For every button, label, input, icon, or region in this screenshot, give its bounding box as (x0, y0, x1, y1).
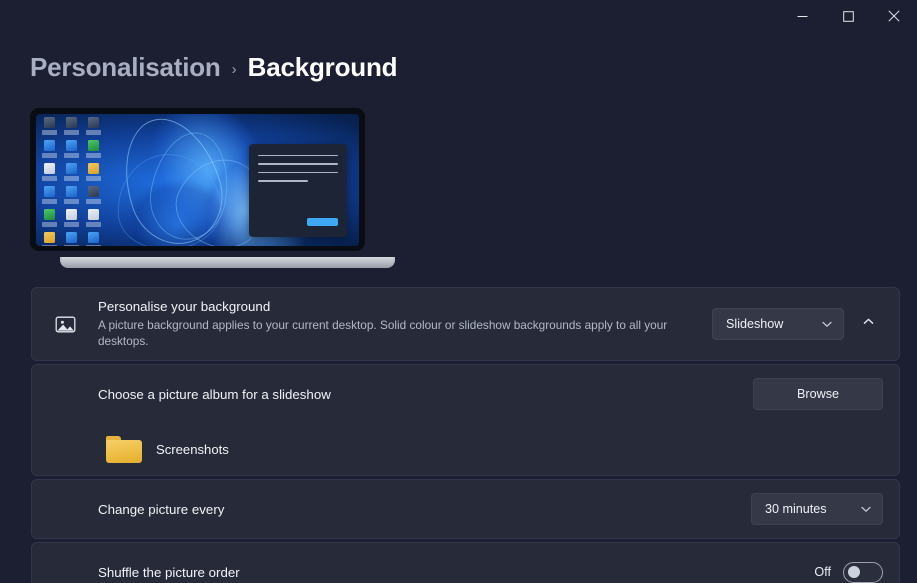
row-text: Choose a picture album for a slideshow (98, 387, 753, 402)
close-icon (888, 10, 900, 22)
chevron-up-icon (862, 315, 875, 333)
desktop-icon (62, 232, 81, 246)
shuffle-toggle-group: Off (814, 561, 883, 583)
preview-dialog-line (258, 155, 338, 157)
desktop-icon (62, 140, 81, 162)
breadcrumb-separator-icon: › (231, 60, 237, 78)
selected-album-name: Screenshots (156, 441, 229, 457)
row-shuffle-picture-order: Shuffle the picture order Off (32, 543, 899, 583)
desktop-icon (84, 117, 103, 139)
desktop-icon (84, 163, 103, 185)
maximize-button[interactable] (825, 0, 871, 32)
maximize-icon (842, 10, 854, 22)
desktop-icon (62, 209, 81, 231)
row-text: Change picture every (98, 502, 751, 517)
card-change-interval: Change picture every 30 minutes (31, 479, 900, 539)
row-text: Personalise your background A picture ba… (98, 298, 712, 350)
shuffle-state-label: Off (814, 565, 831, 579)
desktop-icon (40, 209, 59, 231)
preview-dialog-primary-button (307, 218, 338, 226)
preview-dialog-line (258, 180, 308, 182)
desktop-icon (40, 163, 59, 185)
card-shuffle-order: Shuffle the picture order Off (31, 542, 900, 583)
change-interval-dropdown[interactable]: 30 minutes (751, 493, 883, 525)
personalise-title: Personalise your background (98, 298, 271, 314)
selected-album-item[interactable]: Screenshots (32, 423, 899, 475)
row-text: Shuffle the picture order (98, 565, 814, 580)
preview-dialog-line (258, 171, 338, 174)
breadcrumb-parent-link[interactable]: Personalisation (30, 52, 221, 83)
row-change-picture-every: Change picture every 30 minutes (32, 480, 899, 538)
row-controls: Off (814, 561, 883, 583)
desktop-icon (40, 117, 59, 139)
folder-icon (106, 435, 142, 463)
row-choose-album: Choose a picture album for a slideshow B… (32, 365, 899, 423)
background-type-value: Slideshow (726, 317, 784, 331)
chevron-down-icon (821, 318, 833, 330)
window-titlebar (0, 0, 917, 32)
preview-dialog-line (258, 163, 338, 165)
card-personalise-background: Personalise your background A picture ba… (31, 287, 900, 361)
background-type-dropdown[interactable]: Slideshow (712, 308, 844, 340)
desktop-icon-grid (40, 117, 103, 246)
monitor-frame (30, 108, 365, 251)
preview-screen (36, 114, 359, 246)
row-controls: Slideshow (712, 308, 883, 340)
expand-collapse-button[interactable] (853, 309, 883, 339)
toggle-knob (848, 566, 860, 578)
card-picture-album: Choose a picture album for a slideshow B… (31, 364, 900, 476)
desktop-icon (84, 209, 103, 231)
desktop-icon (62, 186, 81, 208)
row-controls: 30 minutes (751, 493, 883, 525)
row-personalise-background[interactable]: Personalise your background A picture ba… (32, 288, 899, 360)
choose-album-label: Choose a picture album for a slideshow (98, 386, 331, 402)
breadcrumb: Personalisation › Background (30, 52, 398, 83)
desktop-icon (62, 117, 81, 139)
change-interval-value: 30 minutes (765, 502, 827, 516)
background-preview (30, 108, 395, 268)
desktop-icon (40, 140, 59, 162)
desktop-icon (84, 186, 103, 208)
preview-dialog-window (249, 144, 347, 237)
picture-icon (48, 314, 82, 335)
page-title: Background (247, 52, 398, 82)
monitor-stand (60, 257, 395, 268)
desktop-icon (62, 163, 81, 185)
minimize-icon (797, 15, 807, 17)
minimize-button[interactable] (779, 0, 825, 32)
shuffle-toggle[interactable] (843, 561, 883, 583)
desktop-icon (40, 232, 59, 246)
personalise-description: A picture background applies to your cur… (98, 317, 668, 349)
change-interval-label: Change picture every (98, 501, 225, 517)
browse-button[interactable]: Browse (753, 378, 883, 410)
desktop-icon (84, 140, 103, 162)
desktop-icon (84, 232, 103, 246)
shuffle-label: Shuffle the picture order (98, 564, 240, 580)
desktop-icon (40, 186, 59, 208)
row-controls: Browse (753, 378, 883, 410)
settings-list: Personalise your background A picture ba… (31, 287, 900, 583)
chevron-down-icon (860, 503, 872, 515)
close-button[interactable] (871, 0, 917, 32)
